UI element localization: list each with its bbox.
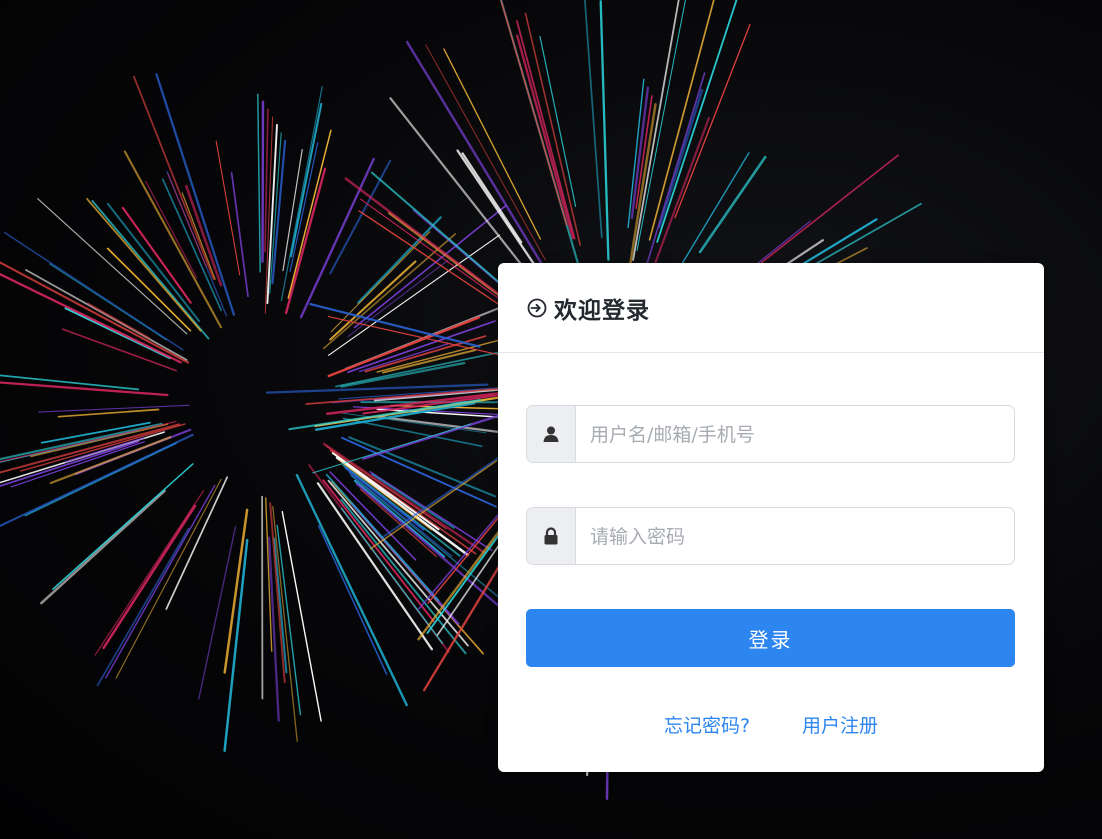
firework-streak <box>330 231 431 333</box>
register-link[interactable]: 用户注册 <box>802 711 878 738</box>
firework-streak <box>264 108 269 253</box>
card-header: 欢迎登录 <box>498 263 1044 353</box>
firework-streak <box>230 171 249 298</box>
firework-streak <box>272 505 298 742</box>
page-title: 欢迎登录 <box>554 297 650 324</box>
firework-streak <box>698 155 767 254</box>
login-page: 欢迎登录 登录 忘记密码? 用户注册 <box>0 0 1102 839</box>
firework-streak <box>0 381 169 397</box>
password-field <box>526 507 1015 565</box>
firework-streak <box>105 484 216 679</box>
lock-icon <box>527 508 576 564</box>
firework-streak <box>524 12 582 246</box>
firework-streak <box>357 216 442 304</box>
firework-streak <box>132 75 215 280</box>
firework-streak <box>312 423 472 474</box>
firework-streak <box>584 0 603 238</box>
firework-streak <box>340 507 444 645</box>
firework-streak <box>322 233 457 350</box>
firework-streak <box>425 44 546 261</box>
firework-streak <box>316 482 433 651</box>
firework-streak <box>327 234 501 356</box>
login-button[interactable]: 登录 <box>526 609 1015 667</box>
firework-streak <box>86 197 202 332</box>
firework-streak <box>632 0 680 261</box>
firework-streak <box>648 0 715 241</box>
firework-streak <box>500 0 568 226</box>
username-input[interactable] <box>576 406 1014 462</box>
firework-streak <box>115 478 222 679</box>
firework-streak <box>94 490 205 656</box>
firework-streak <box>40 489 166 605</box>
firework-streak <box>674 23 751 219</box>
firework-streak <box>516 34 575 240</box>
firework-streak <box>96 527 190 687</box>
firework-streak <box>656 0 738 243</box>
firework-streak <box>198 525 237 700</box>
firework-streak <box>344 177 499 295</box>
firework-streak <box>280 85 323 302</box>
username-field <box>526 405 1015 463</box>
firework-streak <box>329 159 392 275</box>
firework-streak <box>299 157 375 319</box>
forgot-password-link[interactable]: 忘记密码? <box>664 711 750 738</box>
login-arrow-icon <box>526 297 548 319</box>
firework-streak <box>284 167 327 315</box>
firework-streak <box>340 361 466 388</box>
firework-streak <box>165 476 229 610</box>
firework-streak <box>261 100 265 263</box>
firework-streak <box>0 261 190 364</box>
firework-streak <box>38 404 190 413</box>
firework-streak <box>599 0 610 261</box>
firework-streak <box>257 93 261 273</box>
user-icon <box>527 406 576 462</box>
firework-streak <box>0 272 182 364</box>
firework-streak <box>377 415 504 434</box>
firework-streak <box>52 463 194 590</box>
password-input[interactable] <box>576 508 1014 564</box>
login-card: 欢迎登录 登录 忘记密码? 用户注册 <box>498 263 1044 772</box>
firework-streak <box>658 88 704 229</box>
auth-links: 忘记密码? 用户注册 <box>498 711 1044 738</box>
firework-streak <box>516 20 576 240</box>
firework-streak <box>290 102 323 258</box>
firework-streak <box>443 48 542 240</box>
firework-streak <box>106 247 192 332</box>
